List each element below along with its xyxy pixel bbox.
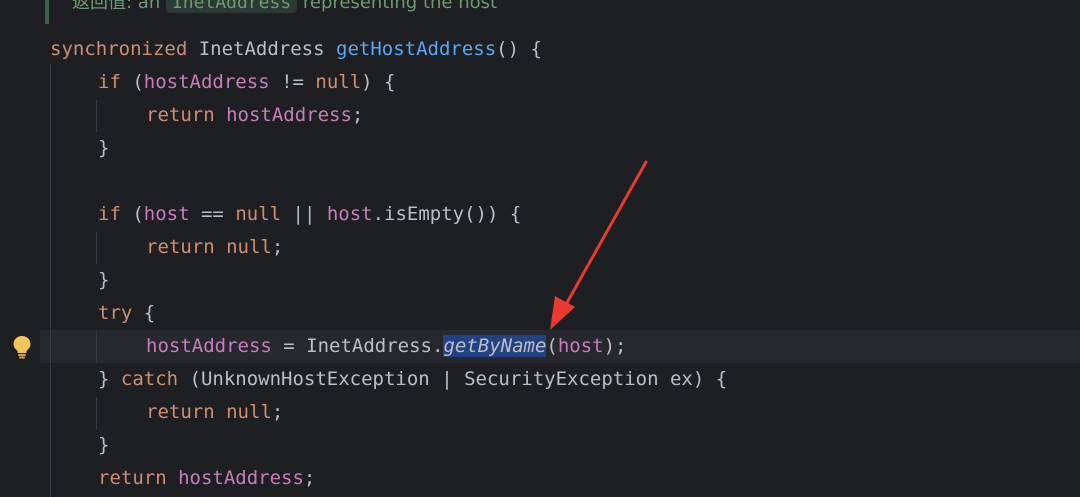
keyword: synchronized [50, 38, 199, 60]
punctuation: ( [132, 71, 144, 93]
punctuation: } [98, 434, 110, 456]
doc-suffix: representing the host [297, 0, 498, 13]
field-reference[interactable]: host [558, 335, 604, 357]
indent-guide [50, 64, 51, 497]
punctuation: ; [351, 104, 364, 126]
punctuation: ; [271, 401, 284, 423]
class-reference[interactable]: = InetAddress. [272, 335, 443, 357]
code-editor[interactable]: 返回值: an InetAddress representing the hos… [0, 0, 1080, 497]
keyword: return [146, 104, 227, 126]
punctuation: } [98, 368, 121, 390]
keyword: return [146, 401, 227, 423]
punctuation: ; [303, 467, 316, 489]
lightbulb-icon[interactable] [11, 335, 33, 359]
code-line-close-brace[interactable]: } [98, 132, 109, 165]
keyword: if [98, 71, 133, 93]
field-reference[interactable]: hostAddress [226, 104, 352, 126]
field-reference[interactable]: hostAddress [146, 335, 272, 357]
code-line-try[interactable]: try { [98, 297, 155, 330]
field-reference[interactable]: hostAddress [178, 467, 304, 489]
code-line-method-signature[interactable]: synchronized InetAddress getHostAddress(… [50, 33, 542, 66]
keyword: null [226, 401, 272, 423]
code-line-return-hostaddress-final[interactable]: return hostAddress; [98, 462, 315, 495]
field-reference[interactable]: hostAddress [144, 71, 270, 93]
indent-guide [96, 232, 97, 264]
code-line-return-null[interactable]: return null; [146, 231, 283, 264]
indent-guide [96, 331, 97, 363]
keyword: return [146, 236, 227, 258]
doc-comment-bar [45, 0, 49, 24]
keyword: null [226, 236, 272, 258]
doc-code-chip: InetAddress [165, 0, 298, 13]
operator: != [269, 71, 316, 93]
punctuation: { [132, 302, 156, 324]
code-line-getbyname[interactable]: hostAddress = InetAddress.getByName(host… [146, 330, 627, 363]
keyword: null [235, 203, 282, 225]
punctuation: () { [496, 38, 542, 60]
keyword: return [98, 467, 179, 489]
punctuation: } [98, 269, 110, 291]
code-line-close-brace[interactable]: } [98, 429, 109, 462]
punctuation: } [98, 137, 110, 159]
indent-guide [96, 100, 97, 132]
indent-guide [96, 397, 97, 429]
selected-method-getbyname[interactable]: getByName [443, 335, 547, 357]
code-line-return-hostaddress[interactable]: return hostAddress; [146, 99, 363, 132]
punctuation: ) { [361, 71, 396, 93]
doc-prefix: 返回值: an [72, 0, 166, 13]
return-type: InetAddress [198, 38, 336, 60]
code-line-catch[interactable]: } catch (UnknownHostException | Security… [98, 363, 727, 396]
punctuation: ); [603, 335, 627, 357]
field-reference[interactable]: host [144, 203, 190, 225]
keyword: null [315, 71, 362, 93]
operator: || [281, 203, 327, 225]
keyword: try [98, 302, 133, 324]
method-name[interactable]: getHostAddress [336, 38, 496, 60]
keyword: catch [120, 368, 179, 390]
code-line-return-null[interactable]: return null; [146, 396, 283, 429]
editor-gutter[interactable] [0, 0, 40, 497]
punctuation: ( [132, 203, 144, 225]
code-line-if-host-empty[interactable]: if (host == null || host.isEmpty()) { [98, 198, 521, 231]
code-line-if-hostaddress[interactable]: if (hostAddress != null) { [98, 66, 395, 99]
operator: == [189, 203, 236, 225]
punctuation: ; [271, 236, 284, 258]
method-call[interactable]: .isEmpty()) { [373, 203, 522, 225]
keyword: if [98, 203, 133, 225]
code-line-close-brace[interactable]: } [98, 264, 109, 297]
punctuation: ( [546, 335, 558, 357]
doc-comment-return: 返回值: an InetAddress representing the hos… [72, 0, 498, 13]
field-reference[interactable]: host [327, 203, 373, 225]
exception-types[interactable]: (UnknownHostException | SecurityExceptio… [178, 368, 728, 390]
